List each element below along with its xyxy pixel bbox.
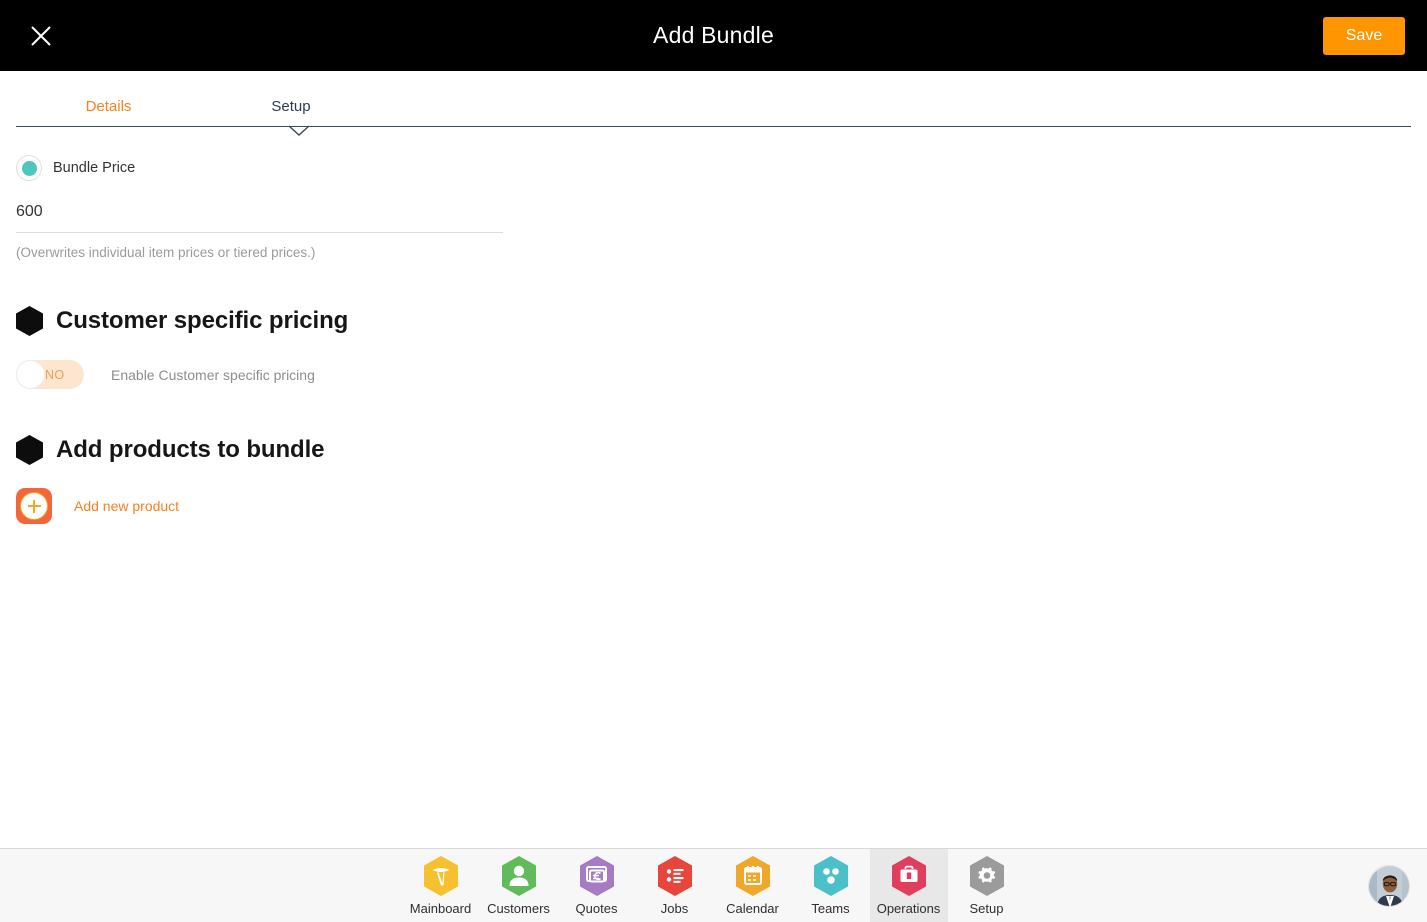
nav-item-operations[interactable]: Operations — [869, 848, 948, 922]
operations-icon — [891, 856, 926, 896]
close-button[interactable] — [24, 19, 58, 53]
tab-bar: Details Setup — [0, 71, 1427, 136]
app-root: Add Bundle Save Details Setup Bundle Pri… — [0, 0, 1427, 922]
save-button[interactable]: Save — [1323, 16, 1405, 55]
add-products-title: Add products to bundle — [56, 436, 325, 463]
nav-label-jobs: Jobs — [660, 901, 689, 916]
tab-details[interactable]: Details — [16, 98, 201, 127]
bundle-price-hint: (Overwrites individual item prices or ti… — [16, 245, 316, 260]
bundle-price-radio-row[interactable]: Bundle Price — [16, 127, 1411, 181]
bundle-price-input[interactable] — [16, 203, 503, 233]
nav-label-setup: Setup — [969, 901, 1004, 916]
nav-label-customers: Customers — [487, 901, 550, 916]
radio-selected-dot-icon — [21, 160, 37, 176]
nav-label-calendar: Calendar — [726, 901, 779, 916]
nav-label-mainboard: Mainboard — [409, 901, 472, 916]
close-icon — [31, 25, 51, 46]
teams-icon — [813, 856, 848, 896]
nav-label-teams: Teams — [811, 901, 850, 916]
hexagon-bullet-icon — [16, 306, 43, 336]
nav-item-customers[interactable]: Customers — [480, 849, 558, 922]
hexagon-bullet-icon — [16, 435, 43, 465]
setup-form: Bundle Price (Overwrites individual item… — [0, 127, 1427, 847]
nav-label-quotes: Quotes — [575, 901, 618, 916]
customers-icon — [501, 856, 536, 896]
add-new-product-row: Add new product — [16, 488, 1411, 524]
customer-pricing-toggle-row: NO Enable Customer specific pricing — [16, 360, 1411, 389]
nav-item-quotes[interactable]: Quotes — [558, 849, 636, 922]
bundle-price-field: (Overwrites individual item prices or ti… — [16, 203, 503, 260]
customer-pricing-toggle[interactable]: NO — [16, 360, 84, 389]
nav-item-mainboard[interactable]: Mainboard — [402, 849, 480, 922]
nav-item-calendar[interactable]: Calendar — [714, 849, 792, 922]
customer-pricing-header: Customer specific pricing — [16, 306, 1411, 336]
add-new-product-button[interactable] — [16, 488, 52, 524]
customer-pricing-title: Customer specific pricing — [56, 307, 349, 334]
add-products-header: Add products to bundle — [16, 435, 1411, 465]
bundle-price-label: Bundle Price — [53, 160, 136, 176]
top-bar: Add Bundle Save — [0, 0, 1427, 71]
calendar-icon — [735, 856, 770, 896]
avatar-image — [1369, 865, 1409, 906]
add-new-product-link[interactable]: Add new product — [74, 498, 179, 514]
page-title: Add Bundle — [653, 22, 774, 48]
setup-gear-icon — [969, 856, 1004, 896]
jobs-icon — [657, 856, 692, 896]
customer-pricing-toggle-label: Enable Customer specific pricing — [111, 366, 315, 383]
plus-icon — [20, 492, 48, 520]
add-products-section: Add products to bundle Add new product — [16, 435, 1411, 524]
user-avatar[interactable] — [1368, 864, 1410, 907]
bundle-price-radio[interactable] — [16, 155, 42, 181]
nav-label-operations: Operations — [876, 901, 941, 916]
nav-item-teams[interactable]: Teams — [792, 849, 870, 922]
nav-item-setup[interactable]: Setup — [948, 849, 1026, 922]
nav-item-jobs[interactable]: Jobs — [636, 849, 714, 922]
quotes-icon — [579, 856, 614, 896]
tab-setup[interactable]: Setup — [201, 98, 381, 127]
bottom-navigation-bar: Mainboard Customers Quotes Jobs Calendar… — [0, 848, 1427, 922]
mainboard-icon — [423, 856, 458, 896]
customer-specific-pricing-section: Customer specific pricing NO Enable Cust… — [16, 306, 1411, 389]
toggle-state-label: NO — [45, 367, 65, 382]
toggle-knob — [16, 360, 45, 389]
